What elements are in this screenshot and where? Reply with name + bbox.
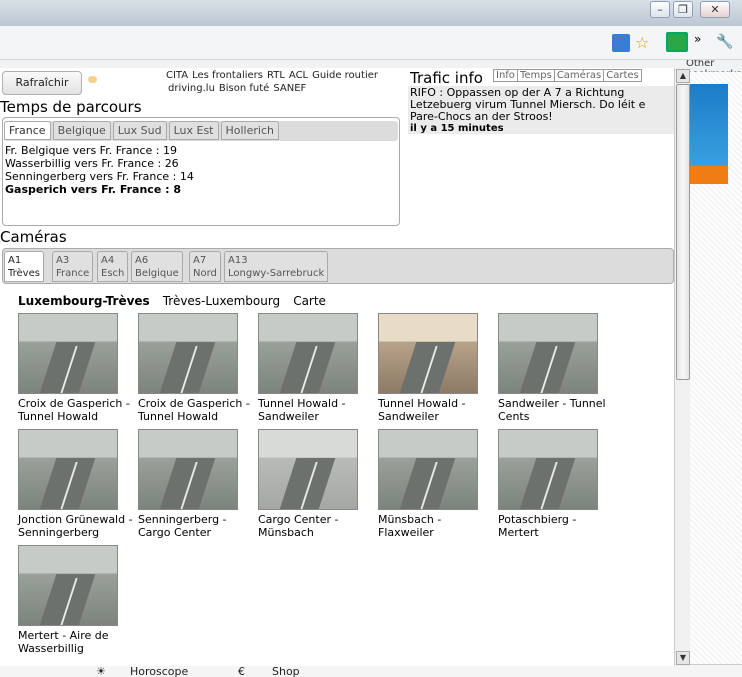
camera-item[interactable]: Münsbach - Flaxweiler <box>378 429 496 539</box>
camera-item[interactable]: Jonction Grünewald - Senningerberg <box>18 429 136 539</box>
trafic-message-box: RIFO : Oppassen op der A 7 a Richtung Le… <box>408 86 674 134</box>
tab-a6[interactable]: A6 Belgique <box>131 251 183 282</box>
direction-carte[interactable]: Carte <box>293 294 326 308</box>
link-sanef[interactable]: SANEF <box>273 83 306 94</box>
link-cita[interactable]: CITA <box>166 70 188 81</box>
tab-a13[interactable]: A13 Longwy-Sarrebruck <box>224 251 329 282</box>
camera-caption: Mertert - Aire de Wasserbillig <box>18 629 109 655</box>
camera-image[interactable] <box>138 313 238 394</box>
link-driving-lu[interactable]: driving.lu <box>168 83 215 94</box>
tab-temps[interactable]: Temps <box>518 70 555 81</box>
camera-image[interactable] <box>18 545 118 626</box>
camera-image[interactable] <box>498 313 598 394</box>
green-extension-icon[interactable] <box>666 32 688 52</box>
camera-image[interactable] <box>378 429 478 510</box>
wrench-icon[interactable]: 🔧 <box>716 34 734 52</box>
camera-item[interactable]: Tunnel Howald - Sandweiler <box>378 313 496 423</box>
maximize-button[interactable]: ❐ <box>673 1 693 18</box>
trafic-tabs: Info Temps Caméras Cartes <box>493 69 642 82</box>
tab-lux-sud[interactable]: Lux Sud <box>112 121 167 140</box>
tab-belgique[interactable]: Belgique <box>52 121 111 140</box>
list-item: Senningerberg vers Fr. France : 14 <box>5 170 194 183</box>
list-item: Wasserbillig vers Fr. France : 26 <box>5 157 179 170</box>
refresh-button[interactable]: Rafraîchir <box>2 71 82 95</box>
camera-item[interactable]: Tunnel Howald - Sandweiler <box>258 313 376 423</box>
camera-image[interactable] <box>498 429 598 510</box>
tab-cameras[interactable]: Caméras <box>555 70 605 81</box>
trafic-title: Trafic info <box>410 69 483 87</box>
trafic-message: RIFO : Oppassen op der A 7 a Richtung Le… <box>410 86 646 123</box>
other-bookmarks[interactable]: Other bookmarks <box>686 60 742 72</box>
camera-item[interactable]: Croix de Gasperich - Tunnel Howald <box>138 313 256 423</box>
link-bison-fute[interactable]: Bison futé <box>219 83 269 94</box>
camera-image[interactable] <box>18 429 118 510</box>
camera-caption: Croix de Gasperich - Tunnel Howald <box>138 397 250 423</box>
camera-caption: Senningerberg - Cargo Center <box>138 513 227 539</box>
popup-scrollbar[interactable]: ▲ ▼ <box>674 68 690 666</box>
tab-a4[interactable]: A4 Esch <box>97 251 129 282</box>
camera-item[interactable]: Mertert - Aire de Wasserbillig <box>18 545 136 655</box>
shop-link[interactable]: Shop <box>272 665 300 677</box>
camera-item[interactable]: Senningerberg - Cargo Center <box>138 429 256 539</box>
link-frontaliers[interactable]: Les frontaliers <box>192 70 263 81</box>
link-acl[interactable]: ACL <box>289 70 308 81</box>
camera-caption: Sandweiler - Tunnel Cents <box>498 397 606 423</box>
temps-list: Fr. Belgique vers Fr. France : 19 Wasser… <box>5 144 194 196</box>
site-banner-accent <box>690 166 728 184</box>
tab-lux-est[interactable]: Lux Est <box>168 121 219 140</box>
camera-image[interactable] <box>138 429 238 510</box>
direction-treves-lux[interactable]: Trèves-Luxembourg <box>163 294 280 308</box>
camera-image[interactable] <box>258 313 358 394</box>
tab-a7[interactable]: A7 Nord <box>189 251 221 282</box>
tab-a1[interactable]: A1 Trèves <box>4 251 44 282</box>
extension-icon[interactable] <box>612 34 630 52</box>
tab-info[interactable]: Info <box>494 70 518 81</box>
browser-toolbar: ☆ » 🔧 <box>0 26 742 60</box>
close-button[interactable]: ✕ <box>700 1 730 18</box>
direction-lux-treves[interactable]: Luxembourg-Trèves <box>18 294 150 308</box>
scroll-up-icon[interactable]: ▲ <box>676 69 690 83</box>
camera-item[interactable]: Cargo Center - Münsbach <box>258 429 376 539</box>
list-item: Gasperich vers Fr. France : 8 <box>5 183 181 196</box>
camera-item[interactable]: Sandweiler - Tunnel Cents <box>498 313 616 423</box>
camera-caption: Tunnel Howald - Sandweiler <box>258 397 346 423</box>
horoscope-link[interactable]: Horoscope <box>130 665 188 677</box>
trafic-timestamp: il y a 15 minutes <box>410 123 504 134</box>
site-banner <box>690 84 728 166</box>
tab-a3[interactable]: A3 France <box>52 251 94 282</box>
quick-links: CITA Les frontaliers RTL ACL Guide routier d… <box>166 69 406 95</box>
star-icon[interactable]: ☆ <box>635 34 653 52</box>
camera-item[interactable]: Potaschbierg - Mertert <box>498 429 616 539</box>
cameras-title: Caméras <box>0 228 67 246</box>
camera-item[interactable]: Croix de Gasperich - Tunnel Howald <box>18 313 136 423</box>
camera-caption: Jonction Grünewald - Senningerberg <box>18 513 133 539</box>
horoscope-icon: ☀ <box>96 665 106 677</box>
shop-icon: € <box>238 665 245 677</box>
window-titlebar: – ❐ ✕ <box>0 0 742 26</box>
scroll-thumb[interactable] <box>676 84 690 380</box>
camera-image[interactable] <box>18 313 118 394</box>
loading-indicator <box>86 76 160 83</box>
camera-caption: Croix de Gasperich - Tunnel Howald <box>18 397 130 423</box>
tab-france[interactable]: France <box>4 121 51 140</box>
tab-hollerich[interactable]: Hollerich <box>220 121 279 140</box>
scroll-down-icon[interactable]: ▼ <box>676 651 690 665</box>
temps-title: Temps de parcours <box>0 98 142 116</box>
camera-caption: Cargo Center - Münsbach <box>258 513 339 539</box>
camera-caption: Tunnel Howald - Sandweiler <box>378 397 466 423</box>
camera-caption: Potaschbierg - Mertert <box>498 513 577 539</box>
camera-direction-nav: Luxembourg-Trèves Trèves-Luxembourg Cart… <box>18 294 326 308</box>
link-rtl[interactable]: RTL <box>267 70 285 81</box>
link-guide-routier[interactable]: Guide routier <box>312 70 378 81</box>
temps-tabs: France Belgique Lux Sud Lux Est Holleric… <box>4 121 279 140</box>
camera-image[interactable] <box>378 313 478 394</box>
camera-image[interactable] <box>258 429 358 510</box>
camera-caption: Münsbach - Flaxweiler <box>378 513 442 539</box>
list-item: Fr. Belgique vers Fr. France : 19 <box>5 144 177 157</box>
chevron-right-icon[interactable]: » <box>694 32 712 50</box>
minimize-button[interactable]: – <box>650 1 670 18</box>
tab-cartes[interactable]: Cartes <box>604 70 641 81</box>
